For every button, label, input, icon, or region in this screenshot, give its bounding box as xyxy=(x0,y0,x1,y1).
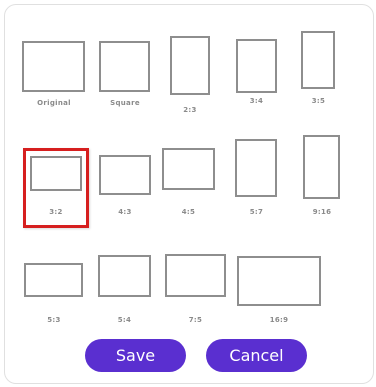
cancel-button[interactable]: Cancel xyxy=(206,339,307,372)
ratio-shape-16-9 xyxy=(237,256,321,306)
ratio-shape-4-3 xyxy=(99,155,151,195)
ratio-label-5-7: 5:7 xyxy=(249,208,264,216)
ratio-shape-5-4 xyxy=(98,255,151,297)
ratio-option-4-3[interactable]: 4:3 xyxy=(99,155,151,225)
ratio-label-3-4: 3:4 xyxy=(249,97,264,105)
ratio-shape-7-5 xyxy=(165,254,226,297)
ratio-shape-square xyxy=(99,41,150,92)
ratio-shape-3-4 xyxy=(236,39,277,93)
ratio-label-9-16: 9:16 xyxy=(312,208,332,216)
ratio-label-5-4: 5:4 xyxy=(117,316,132,324)
ratio-option-3-2[interactable]: 3:2 xyxy=(23,148,89,228)
ratio-shape-5-7 xyxy=(235,139,277,197)
ratio-label-5-3: 5:3 xyxy=(47,316,61,324)
ratio-option-4-5[interactable]: 4:5 xyxy=(162,148,215,225)
ratio-label-3-5: 3:5 xyxy=(311,97,326,105)
ratio-option-9-16[interactable]: 9:16 xyxy=(303,135,341,225)
aspect-ratio-panel: Original Square 2:3 3:4 3:5 3:2 4:3 4:5 … xyxy=(4,4,374,384)
ratio-shape-3-2 xyxy=(30,156,82,191)
ratio-label-4-3: 4:3 xyxy=(118,208,132,216)
ratio-shape-5-3 xyxy=(24,263,83,297)
ratio-option-5-7[interactable]: 5:7 xyxy=(235,139,278,225)
ratio-option-3-4[interactable]: 3:4 xyxy=(236,39,277,111)
ratio-label-original: Original xyxy=(37,99,71,107)
ratio-label-square: Square xyxy=(110,99,140,107)
ratio-option-5-3[interactable]: 5:3 xyxy=(24,263,84,328)
ratio-label-7-5: 7:5 xyxy=(188,316,203,324)
ratio-label-4-5: 4:5 xyxy=(181,208,196,216)
ratio-option-7-5[interactable]: 7:5 xyxy=(165,254,226,328)
ratio-option-3-5[interactable]: 3:5 xyxy=(301,31,336,111)
ratio-option-16-9[interactable]: 16:9 xyxy=(237,256,321,328)
ratio-option-5-4[interactable]: 5:4 xyxy=(98,255,151,328)
ratio-shape-9-16 xyxy=(303,135,340,199)
ratio-shape-original xyxy=(22,41,85,92)
ratio-label-2-3: 2:3 xyxy=(183,106,197,114)
ratio-shape-3-5 xyxy=(301,31,335,89)
ratio-label-3-2: 3:2 xyxy=(49,208,63,216)
save-button[interactable]: Save xyxy=(85,339,186,372)
ratio-option-2-3[interactable]: 2:3 xyxy=(170,36,210,116)
ratio-shape-2-3 xyxy=(170,36,210,95)
ratio-shape-4-5 xyxy=(162,148,215,190)
ratio-option-original[interactable]: Original xyxy=(22,41,86,111)
ratio-label-16-9: 16:9 xyxy=(269,316,289,324)
ratio-option-square[interactable]: Square xyxy=(99,41,151,111)
